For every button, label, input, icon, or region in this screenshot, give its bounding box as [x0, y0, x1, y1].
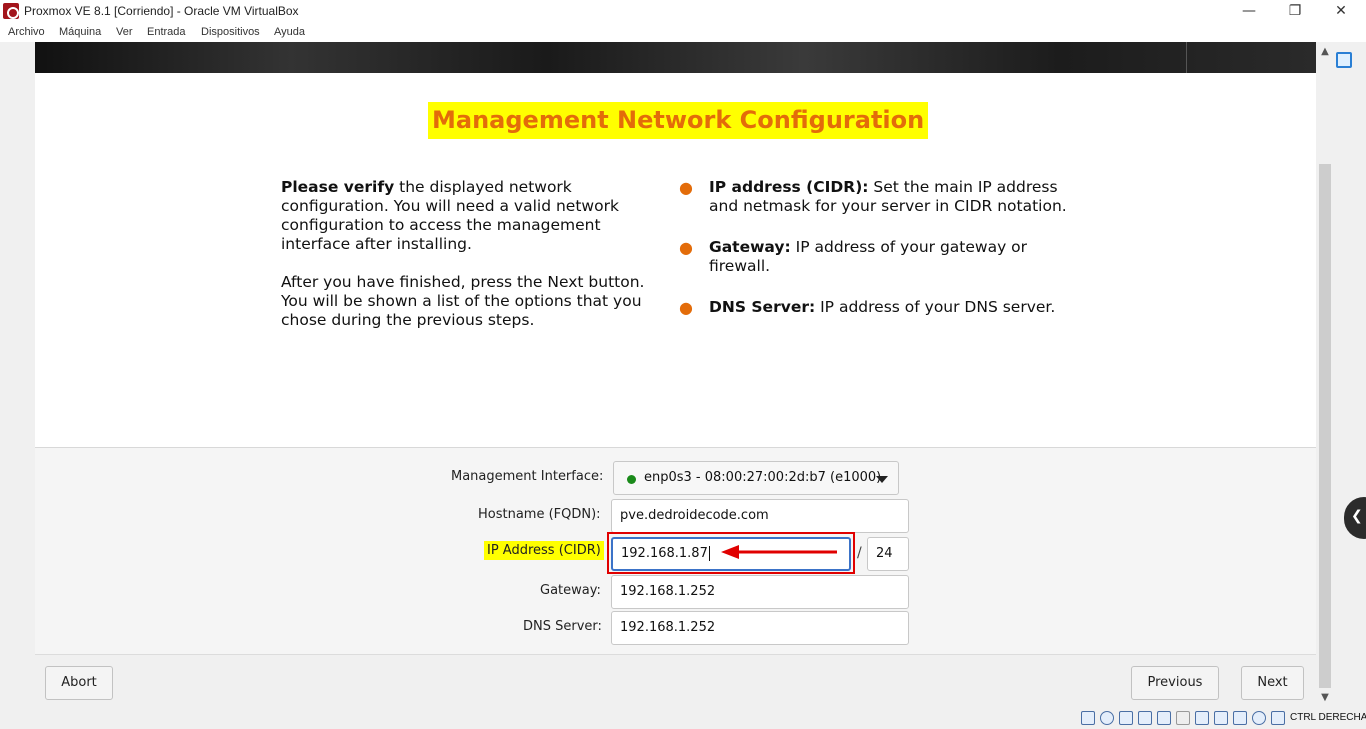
usb-icon[interactable] [1157, 711, 1171, 725]
text-cursor [708, 546, 710, 561]
gateway-field[interactable]: 192.168.1.252 [611, 575, 909, 609]
menu-archivo[interactable]: Archivo [8, 26, 45, 38]
menu-ver[interactable]: Ver [116, 26, 133, 38]
bullet-ip: ● IP address (CIDR): Set the main IP add… [679, 178, 1079, 216]
hostname-field[interactable]: pve.dedroidecode.com [611, 499, 909, 533]
chevron-down-icon [876, 476, 888, 483]
host-key-label: CTRL DERECHA [1290, 712, 1366, 723]
menu-maquina[interactable]: Máquina [59, 26, 101, 38]
window-titlebar: Proxmox VE 8.1 [Corriendo] - Oracle VM V… [0, 0, 1366, 24]
scroll-up-icon[interactable]: ▲ [1316, 46, 1334, 57]
recording-icon[interactable] [1214, 711, 1228, 725]
proxmox-banner [35, 42, 1316, 73]
network-form: Management Interface: enp0s3 - 08:00:27:… [35, 448, 1316, 654]
interface-value: enp0s3 - 08:00:27:00:2d:b7 (e1000) [644, 470, 882, 485]
page-title: Management Network Configuration [428, 102, 929, 139]
side-panel-handle[interactable]: ❮ [1344, 497, 1366, 539]
scroll-down-icon[interactable]: ▼ [1316, 692, 1334, 703]
bullet-dot-icon: ● [679, 178, 693, 197]
bullet-dot-icon: ● [679, 238, 693, 257]
ip-label: IP Address (CIDR) [484, 541, 604, 560]
bullet-term: DNS Server: [709, 298, 816, 316]
bullet-dns: ● DNS Server: IP address of your DNS ser… [679, 298, 1079, 317]
cidr-separator: / [857, 545, 862, 561]
intro-paragraph-1: Please verify the displayed network conf… [281, 178, 661, 254]
notification-icon[interactable] [1336, 52, 1352, 68]
status-bar: CTRL DERECHA [0, 707, 1366, 729]
bullet-gateway: ● Gateway: IP address of your gateway or… [679, 238, 1079, 276]
display-icon[interactable] [1195, 711, 1209, 725]
next-button[interactable]: Next [1241, 666, 1304, 700]
dns-server-field[interactable]: 192.168.1.252 [611, 611, 909, 645]
vertical-scrollbar[interactable]: ▲ ▼ [1316, 42, 1334, 707]
interface-select[interactable]: enp0s3 - 08:00:27:00:2d:b7 (e1000) [613, 461, 899, 495]
menubar: Archivo Máquina Ver Entrada Dispositivos… [0, 24, 1366, 42]
menu-dispositivos[interactable]: Dispositivos [201, 26, 260, 38]
close-button[interactable]: ✕ [1318, 0, 1364, 24]
gateway-label: Gateway: [540, 583, 601, 598]
virtualbox-icon [3, 3, 19, 19]
vm-display[interactable]: Management Network Configuration Please … [35, 42, 1316, 707]
help-bullets: ● IP address (CIDR): Set the main IP add… [679, 178, 1079, 339]
menu-entrada[interactable]: Entrada [147, 26, 186, 38]
scroll-thumb[interactable] [1319, 164, 1331, 688]
cidr-prefix-field[interactable]: 24 [867, 537, 909, 571]
abort-button[interactable]: Abort [45, 666, 113, 700]
bullet-text: IP address of your DNS server. [815, 298, 1056, 316]
ip-label-wrap: IP Address (CIDR) [484, 541, 604, 560]
bullet-dot-icon: ● [679, 298, 693, 317]
red-arrow-icon [721, 545, 837, 559]
hostname-label: Hostname (FQDN): [478, 507, 601, 522]
ip-address-value: 192.168.1.87 [621, 546, 708, 561]
interface-label: Management Interface: [451, 469, 604, 484]
bullet-term: IP address (CIDR): [709, 178, 869, 196]
audio-icon[interactable] [1119, 711, 1133, 725]
bullet-term: Gateway: [709, 238, 791, 256]
intro-bold: Please verify [281, 178, 395, 196]
restore-button[interactable]: ❐ [1272, 0, 1318, 24]
link-up-icon [627, 475, 636, 484]
minimize-button[interactable]: — [1226, 0, 1272, 24]
hard-disk-icon[interactable] [1081, 711, 1095, 725]
window-title: Proxmox VE 8.1 [Corriendo] - Oracle VM V… [24, 4, 299, 18]
intro-paragraph-2: After you have finished, press the Next … [281, 273, 645, 329]
previous-button[interactable]: Previous [1131, 666, 1219, 700]
mouse-integration-icon[interactable] [1252, 711, 1266, 725]
optical-drive-icon[interactable] [1100, 711, 1114, 725]
network-icon[interactable] [1138, 711, 1152, 725]
shared-folders-icon[interactable] [1176, 711, 1190, 725]
menu-ayuda[interactable]: Ayuda [274, 26, 305, 38]
chevron-left-icon: ❮ [1351, 508, 1363, 524]
virtualization-icon[interactable] [1233, 711, 1247, 725]
keyboard-capture-icon[interactable] [1271, 711, 1285, 725]
intro-text: Please verify the displayed network conf… [281, 178, 661, 349]
button-bar: Abort Previous Next [35, 654, 1316, 707]
banner-divider [1186, 42, 1187, 73]
dns-label: DNS Server: [523, 619, 602, 634]
